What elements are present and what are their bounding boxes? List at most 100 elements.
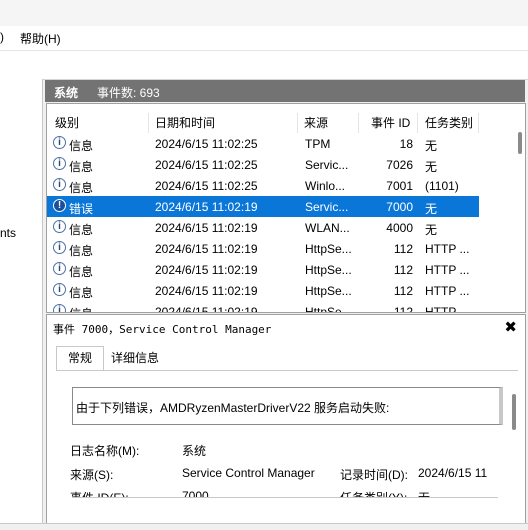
- row-source: Servic...: [305, 158, 349, 172]
- menu-item-partial[interactable]: ): [0, 30, 4, 44]
- table-row[interactable]: ! 错误 2024/6/15 11:02:19 Servic... 7000 无: [47, 196, 479, 217]
- panel-scroll-thumb[interactable]: [512, 394, 516, 430]
- row-event-id: 4000: [386, 221, 413, 235]
- column-header-datetime[interactable]: 日期和时间: [149, 113, 298, 133]
- row-datetime: 2024/6/15 11:02:25: [155, 158, 258, 172]
- row-event-id: 112: [393, 242, 413, 256]
- table-row[interactable]: i信息 2024/6/15 11:02:19 HttpSe... 112 HTTP ..…: [47, 238, 479, 259]
- table-row[interactable]: i 信息 2024/6/15 11:02:25 Servic... 7026 无: [47, 154, 479, 175]
- info-icon: i: [53, 304, 66, 312]
- info-icon: i: [53, 220, 66, 233]
- event-list[interactable]: 级别 日期和时间 来源 事件 ID 任务类别 i 信息 2024/6/15 11:0…: [46, 103, 526, 313]
- divider: [72, 497, 498, 498]
- row-level: 信息: [69, 181, 94, 195]
- row-level: 错误: [69, 202, 94, 216]
- row-event-id: 112: [393, 305, 413, 313]
- row-datetime: 2024/6/15 11:02:19: [155, 200, 258, 214]
- toolbar: [0, 50, 528, 80]
- event-id-label: 事件 ID(E):: [70, 489, 129, 497]
- event-message-box[interactable]: 由于下列错误，AMDRyzenMasterDriverV22 服务启动失败:: [72, 387, 503, 425]
- row-level: 信息: [69, 160, 94, 174]
- log-header-bar: 系统 事件数: 693: [45, 80, 525, 102]
- row-source: HttpSe...: [305, 284, 352, 298]
- info-icon: i: [53, 136, 66, 149]
- row-source: Servic...: [305, 200, 349, 214]
- row-category: 无: [425, 160, 438, 174]
- scroll-thumb[interactable]: [518, 132, 522, 154]
- event-count: 事件数: 693: [97, 86, 160, 100]
- row-event-id: 7000: [386, 200, 413, 214]
- detail-title: 事件 7000，Service Control Manager: [53, 323, 272, 336]
- tab-details[interactable]: 详细信息: [105, 348, 165, 369]
- row-source: Winlo...: [305, 179, 346, 193]
- row-event-id: 112: [393, 284, 413, 298]
- row-datetime: 2024/6/15 11:02:19: [155, 263, 258, 277]
- log-name-value: 系统: [182, 444, 207, 458]
- tree-item-partial[interactable]: nts: [0, 226, 16, 240]
- row-category: 无: [425, 139, 438, 153]
- row-category: HTTP ...: [425, 284, 470, 298]
- row-source: HttpSe...: [305, 305, 352, 313]
- row-category: HTTP ...: [425, 305, 470, 313]
- general-tab-panel: 由于下列错误，AMDRyzenMasterDriverV22 服务启动失败: 日…: [56, 370, 518, 525]
- info-icon: i: [53, 262, 66, 275]
- table-row[interactable]: i 信息 2024/6/15 11:02:19 WLAN... 4000 无: [47, 217, 479, 238]
- menu-bar: ) 帮助(H): [0, 26, 528, 50]
- row-level: 信息: [69, 305, 147, 312]
- navigation-tree[interactable]: nts: [0, 79, 43, 523]
- row-level: 信息: [69, 265, 94, 279]
- info-icon: i: [53, 283, 66, 296]
- column-header-event-id[interactable]: 事件 ID: [359, 113, 418, 133]
- title-bar: [0, 0, 528, 26]
- row-source: HttpSe...: [305, 263, 352, 277]
- info-icon: i: [53, 178, 66, 191]
- table-row[interactable]: i 信息 2024/6/15 11:02:25 Winlo... 7001 (1101): [47, 175, 479, 196]
- event-detail-pane: 事件 7000，Service Control Manager ✖ 常规 详细信…: [46, 314, 526, 525]
- table-row[interactable]: i 信息 2024/6/15 11:02:25 TPM 18 无: [47, 133, 479, 154]
- tab-general[interactable]: 常规: [56, 346, 104, 371]
- row-level: 信息: [69, 286, 94, 300]
- column-header-level[interactable]: 级别: [47, 113, 149, 133]
- column-header-source[interactable]: 来源: [298, 113, 359, 133]
- row-datetime: 2024/6/15 11:02:19: [155, 221, 258, 235]
- row-category: 无: [425, 223, 438, 237]
- row-event-id: 112: [393, 263, 413, 277]
- row-datetime: 2024/6/15 11:02:19: [155, 305, 258, 313]
- table-row[interactable]: i信息 2024/6/15 11:02:19 HttpSe... 112 HTTP ..…: [47, 259, 479, 280]
- event-list-scrollbar[interactable]: [517, 132, 523, 308]
- event-id-value: 7000: [182, 489, 209, 497]
- log-name-label: 日志名称(M):: [70, 444, 140, 458]
- task-category-label: 任务类别(Y):: [340, 489, 407, 497]
- row-category: (1101): [425, 179, 459, 193]
- row-category: HTTP ...: [425, 263, 470, 277]
- row-level: 信息: [69, 244, 94, 258]
- row-source: WLAN...: [305, 221, 350, 235]
- close-icon[interactable]: ✖: [504, 318, 517, 336]
- task-category-value: 无: [418, 489, 430, 497]
- info-icon: i: [53, 157, 66, 170]
- row-level: 信息: [69, 223, 94, 237]
- row-event-id: 7026: [386, 158, 413, 172]
- event-message: 由于下列错误，AMDRyzenMasterDriverV22 服务启动失败:: [76, 401, 390, 415]
- row-event-id: 7001: [386, 179, 413, 193]
- menu-item-help[interactable]: 帮助(H): [20, 30, 61, 47]
- error-icon: !: [53, 199, 66, 212]
- row-source: TPM: [305, 137, 331, 151]
- row-datetime: 2024/6/15 11:02:25: [155, 179, 258, 193]
- row-datetime: 2024/6/15 11:02:25: [155, 137, 258, 151]
- row-datetime: 2024/6/15 11:02:19: [155, 242, 258, 256]
- column-header-row: 级别 日期和时间 来源 事件 ID 任务类别: [47, 104, 525, 133]
- row-level: 信息: [69, 139, 94, 153]
- row-source: HttpSe...: [305, 242, 352, 256]
- column-header-category[interactable]: 任务类别: [418, 113, 479, 133]
- row-event-id: 18: [399, 137, 413, 151]
- source-value: Service Control Manager: [182, 466, 315, 480]
- table-row[interactable]: i信息 2024/6/15 11:02:19 HttpSe... 112 HTTP ..…: [47, 301, 479, 313]
- log-name: 系统: [54, 86, 79, 100]
- row-category: HTTP ...: [425, 242, 470, 256]
- row-category: 无: [425, 202, 438, 216]
- table-row[interactable]: i信息 2024/6/15 11:02:19 HttpSe... 112 HTTP ..…: [47, 280, 479, 301]
- row-datetime: 2024/6/15 11:02:19: [155, 284, 258, 298]
- info-icon: i: [53, 241, 66, 254]
- logged-value: 2024/6/15 11: [418, 466, 488, 480]
